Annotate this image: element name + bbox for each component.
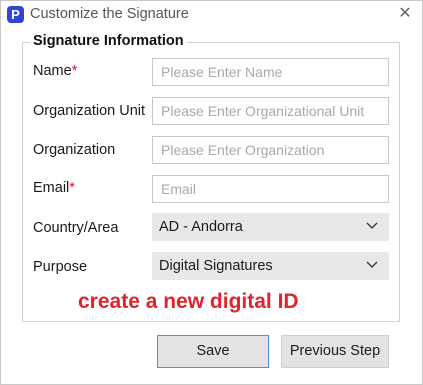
name-label: Name — [33, 63, 72, 79]
email-label: Email — [33, 180, 70, 196]
chevron-down-icon — [366, 261, 378, 268]
required-mark: * — [69, 180, 75, 196]
title-bar: P Customize the Signature ✕ — [1, 1, 422, 29]
purpose-label: Purpose — [33, 259, 88, 275]
purpose-selected-value: Digital Signatures — [159, 258, 273, 274]
organization-input[interactable] — [152, 136, 389, 164]
country-select[interactable]: AD - Andorra — [152, 213, 389, 241]
country-selected-value: AD - Andorra — [159, 219, 243, 235]
name-label-wrap: Name* — [33, 63, 77, 79]
save-button[interactable]: Save — [157, 335, 269, 368]
name-input[interactable] — [152, 58, 389, 86]
app-logo-icon: P — [7, 6, 24, 23]
email-label-wrap: Email* — [33, 180, 75, 196]
organization-label: Organization — [33, 142, 116, 158]
dialog-title: Customize the Signature — [30, 6, 189, 22]
org-unit-label: Organization Unit — [33, 103, 146, 119]
email-input[interactable] — [152, 175, 389, 203]
annotation-text: create a new digital ID — [78, 290, 299, 313]
chevron-down-icon — [366, 222, 378, 229]
section-title: Signature Information — [30, 33, 187, 49]
purpose-select[interactable]: Digital Signatures — [152, 252, 389, 280]
close-icon[interactable]: ✕ — [396, 5, 414, 23]
country-label: Country/Area — [33, 220, 119, 236]
org-unit-input[interactable] — [152, 97, 389, 125]
required-mark: * — [71, 63, 78, 79]
previous-step-button[interactable]: Previous Step — [281, 335, 389, 368]
